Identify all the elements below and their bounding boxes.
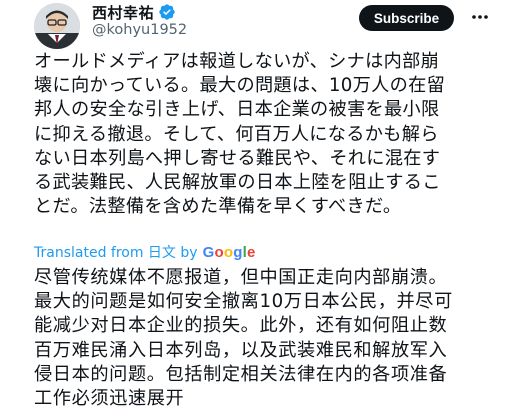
google-logo-letter: g bbox=[233, 243, 243, 261]
subscribe-button[interactable]: Subscribe bbox=[359, 5, 454, 31]
google-logo-letter: e bbox=[246, 243, 256, 261]
post-text: オールドメディアは報道しないが、シナは内部崩 壊に向かっている。最大の問題は、1… bbox=[34, 51, 446, 218]
google-logo-letter: o bbox=[214, 243, 224, 261]
avatar[interactable] bbox=[34, 3, 80, 49]
google-logo-letter: G bbox=[202, 243, 215, 261]
translation-attribution[interactable]: Translated from 日文 by Google bbox=[34, 242, 255, 262]
author-handle[interactable]: @kohyu1952 bbox=[92, 22, 187, 38]
verified-badge-icon bbox=[158, 3, 176, 21]
avatar-image bbox=[34, 3, 80, 49]
translated-from-label: Translated from 日文 by bbox=[34, 245, 198, 261]
google-logo: Google bbox=[203, 244, 256, 261]
translated-text: 尽管传统媒体不愿报道，但中国正走向内部崩溃。 最大的问题是如何安全撤离10万日本… bbox=[34, 267, 453, 410]
display-name[interactable]: 西村幸祐 bbox=[92, 2, 154, 23]
post: 西村幸祐 @kohyu1952 Subscribe オールドメディアは報道しない… bbox=[0, 0, 507, 413]
more-horizontal-icon[interactable] bbox=[470, 7, 490, 27]
author-name-row[interactable]: 西村幸祐 bbox=[92, 1, 176, 23]
google-logo-letter: o bbox=[223, 243, 234, 261]
post-header: 西村幸祐 @kohyu1952 Subscribe bbox=[0, 0, 507, 49]
